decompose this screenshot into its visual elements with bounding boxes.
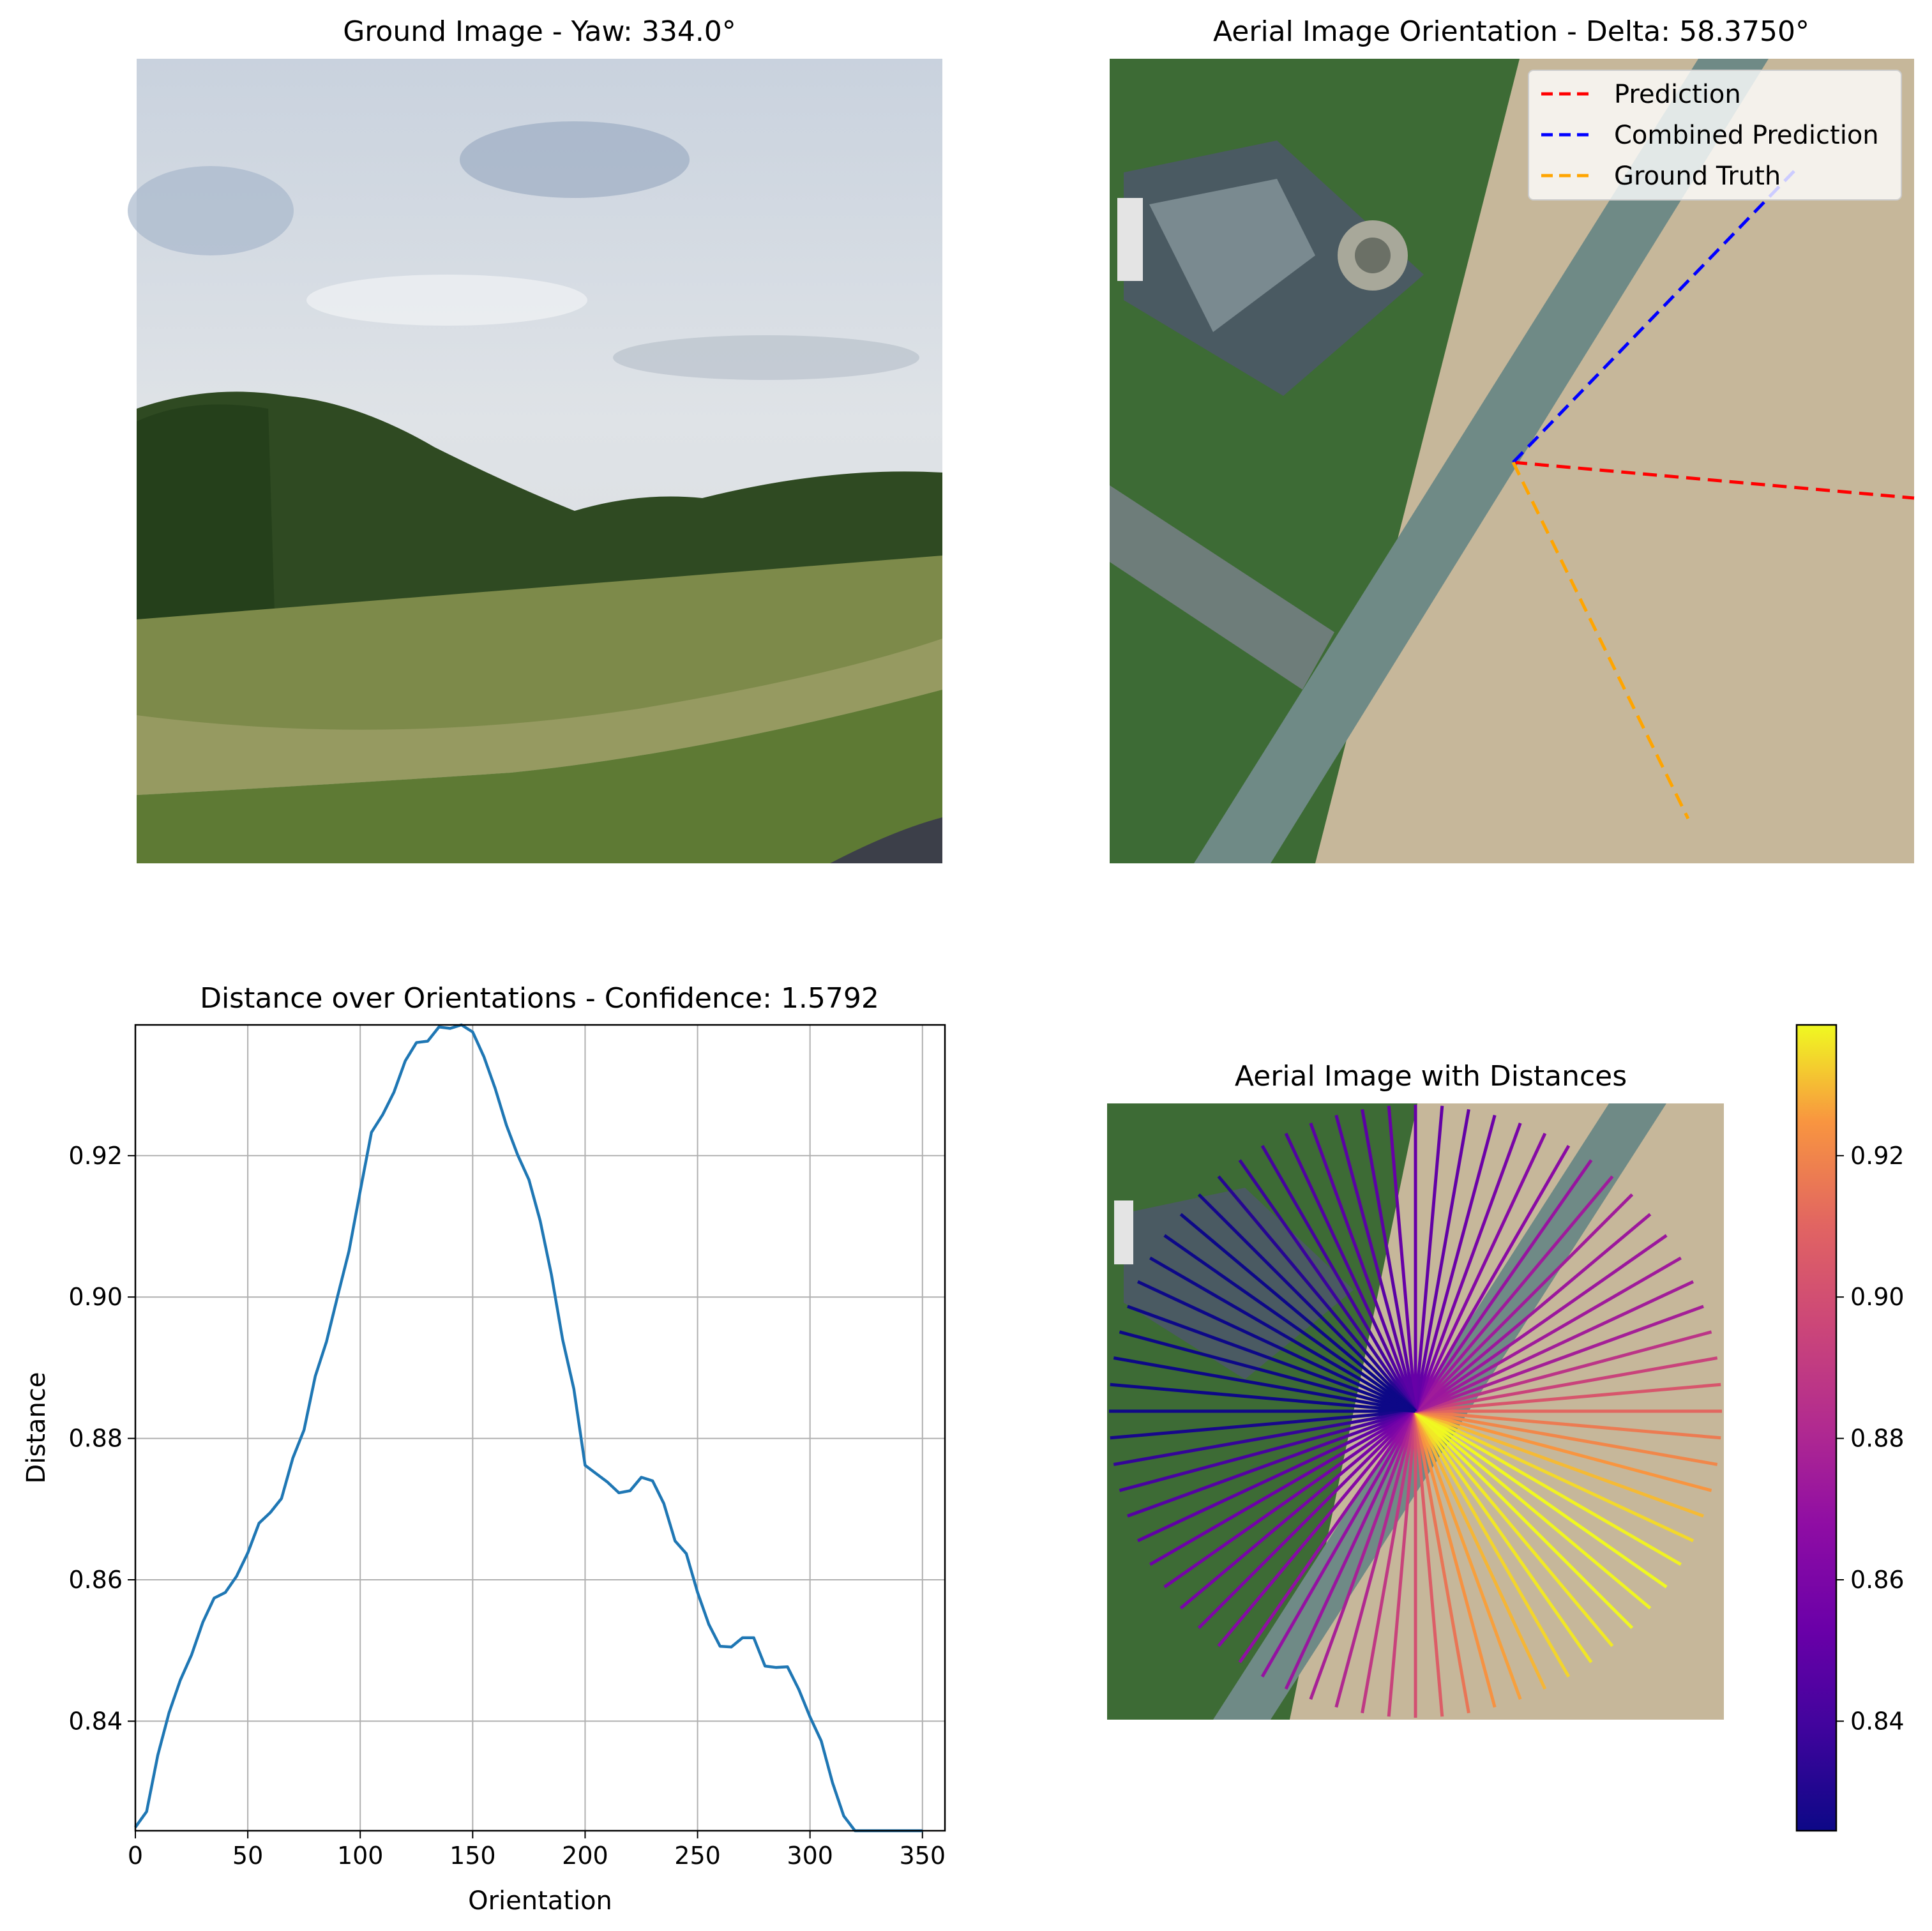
colorbar: 0.84 0.86 0.88 0.90 0.92 bbox=[1795, 1024, 1905, 1832]
y-tick-label: 0.84 bbox=[68, 1707, 123, 1735]
colorbar-tick-label: 0.88 bbox=[1850, 1425, 1905, 1453]
y-tick-label: 0.86 bbox=[68, 1566, 123, 1594]
chart-plot-area bbox=[135, 1025, 945, 1831]
ground-image-panel: Ground Image - Yaw: 334.0° bbox=[128, 15, 942, 863]
x-tick-label: 100 bbox=[337, 1842, 384, 1870]
x-tick-label: 0 bbox=[128, 1842, 143, 1870]
colorbar-tick-label: 0.86 bbox=[1850, 1566, 1905, 1594]
chart-xlabel: Orientation bbox=[468, 1886, 612, 1916]
aerial-distances-title: Aerial Image with Distances bbox=[1235, 1060, 1627, 1093]
y-tick-label: 0.92 bbox=[68, 1142, 123, 1170]
x-tick-label: 350 bbox=[900, 1842, 946, 1870]
ground-image bbox=[128, 59, 942, 863]
x-tick-label: 300 bbox=[787, 1842, 833, 1870]
aerial-distances-image bbox=[1107, 1103, 1724, 1720]
figure: Ground Image - Yaw: 334.0° Aerial Image … bbox=[22, 15, 1915, 1916]
colorbar-gradient bbox=[1795, 1024, 1838, 1832]
legend-label-ground-truth: Ground Truth bbox=[1614, 162, 1781, 191]
colorbar-tick-label: 0.90 bbox=[1850, 1283, 1905, 1311]
ground-image-title: Ground Image - Yaw: 334.0° bbox=[343, 15, 736, 48]
chart-ylabel: Distance bbox=[22, 1372, 51, 1484]
colorbar-tick-label: 0.84 bbox=[1850, 1707, 1905, 1735]
x-tick-label: 200 bbox=[562, 1842, 608, 1870]
chart-title: Distance over Orientations - Confidence:… bbox=[200, 982, 879, 1015]
y-tick-label: 0.88 bbox=[68, 1425, 123, 1453]
y-tick-label: 0.90 bbox=[68, 1283, 123, 1311]
aerial-legend: Prediction Combined Prediction Ground Tr… bbox=[1528, 70, 1902, 201]
aerial-distances-panel: Aerial Image with Distances bbox=[1107, 1060, 1724, 1720]
distance-chart-panel: Distance over Orientations - Confidence:… bbox=[22, 982, 946, 1916]
legend-label-combined: Combined Prediction bbox=[1614, 121, 1879, 150]
x-tick-label: 250 bbox=[674, 1842, 721, 1870]
x-tick-label: 50 bbox=[232, 1842, 263, 1870]
legend-label-prediction: Prediction bbox=[1614, 80, 1741, 109]
x-tick-label: 150 bbox=[449, 1842, 496, 1870]
distance-rays bbox=[1109, 1105, 1722, 1718]
colorbar-tick-label: 0.92 bbox=[1850, 1142, 1905, 1170]
aerial-orientation-title: Aerial Image Orientation - Delta: 58.375… bbox=[1213, 15, 1809, 48]
colorbar-ticks: 0.84 0.86 0.88 0.90 0.92 bbox=[1836, 1142, 1905, 1735]
aerial-orientation-panel: Aerial Image Orientation - Delta: 58.375… bbox=[1110, 15, 1915, 863]
